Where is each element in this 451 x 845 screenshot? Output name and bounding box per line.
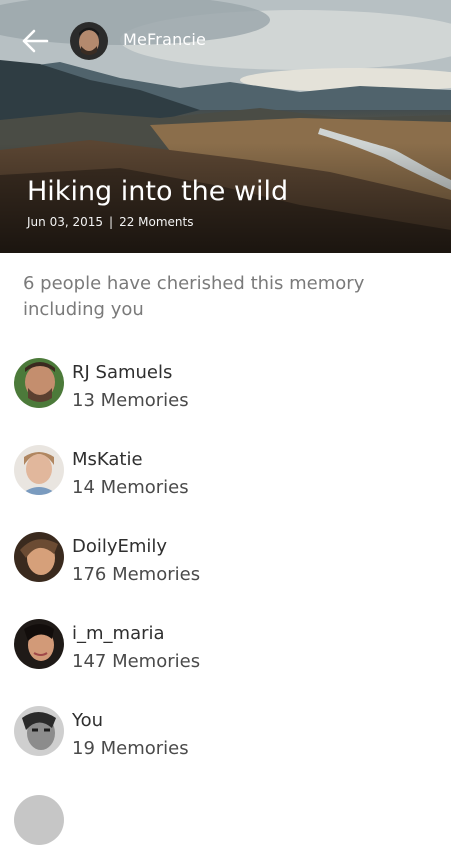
avatar	[14, 532, 64, 582]
avatar	[14, 358, 64, 408]
person-memories-count: 19 Memories	[72, 738, 189, 759]
list-item[interactable]: i_m_maria 147 Memories	[0, 611, 451, 698]
avatar	[14, 706, 64, 756]
person-memories-count: 13 Memories	[72, 390, 189, 411]
memory-title: Hiking into the wild	[27, 176, 289, 207]
owner-avatar[interactable]	[70, 22, 108, 60]
owner-avatar-image	[70, 22, 108, 60]
memory-cover-image: MeFrancie Hiking into the wild Jun 03, 2…	[0, 0, 451, 253]
person-name: You	[72, 710, 104, 731]
person-avatar-image	[14, 706, 64, 756]
list-item[interactable]: MsKatie 14 Memories	[0, 437, 451, 524]
back-arrow-icon	[22, 29, 49, 53]
list-item[interactable]: DoilyEmily 176 Memories	[0, 524, 451, 611]
person-memories-count: 147 Memories	[72, 651, 201, 672]
list-item[interactable]: RJ Samuels 13 Memories	[0, 350, 451, 437]
people-list: RJ Samuels 13 Memories MsKatie 14 Memori…	[0, 350, 451, 785]
person-memories-count: 176 Memories	[72, 564, 201, 585]
person-name: i_m_maria	[72, 623, 165, 644]
avatar	[14, 445, 64, 495]
meta-separator: |	[109, 215, 114, 229]
owner-name[interactable]: MeFrancie	[123, 30, 206, 49]
list-item[interactable]: You 19 Memories	[0, 698, 451, 785]
memory-moments: 22 Moments	[119, 215, 194, 229]
person-name: MsKatie	[72, 449, 143, 470]
person-memories-count: 14 Memories	[72, 477, 189, 498]
avatar	[14, 619, 64, 669]
back-button[interactable]	[20, 26, 50, 56]
person-avatar-image	[14, 532, 64, 582]
person-avatar-image	[14, 358, 64, 408]
cherished-summary: 6 people have cherished this memory incl…	[23, 273, 365, 320]
memory-date: Jun 03, 2015	[27, 215, 104, 229]
person-avatar-image	[14, 619, 64, 669]
person-name: RJ Samuels	[72, 362, 173, 383]
memory-meta: Jun 03, 2015 | 22 Moments	[27, 215, 193, 229]
person-name: DoilyEmily	[72, 536, 168, 557]
avatar[interactable]	[14, 795, 64, 845]
person-avatar-image	[14, 445, 64, 495]
